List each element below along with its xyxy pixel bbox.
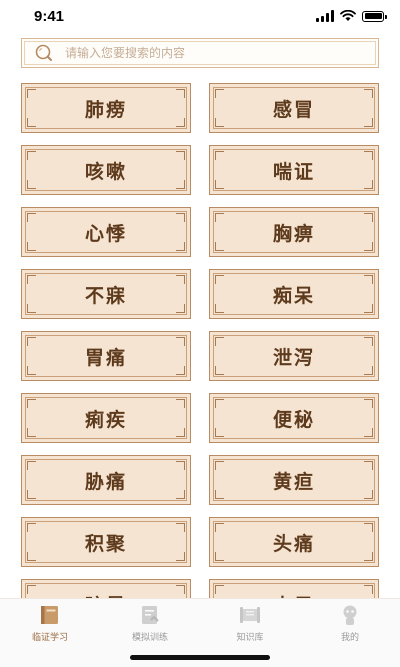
card-item[interactable]: 喘证	[209, 145, 379, 195]
search-icon	[35, 44, 52, 61]
card-label: 胃痛	[84, 346, 127, 369]
wifi-icon	[340, 10, 356, 21]
tab-study[interactable]: 临证学习	[10, 603, 90, 643]
card-label: 感冒	[272, 98, 315, 121]
status-bar: 9:41	[0, 0, 400, 34]
card-item[interactable]: 痢疾	[21, 393, 191, 443]
search-bar[interactable]	[21, 38, 379, 68]
tab-training[interactable]: 模拟训练	[110, 603, 190, 643]
card-item[interactable]: 胃痛	[21, 331, 191, 381]
card-label: 便秘	[272, 408, 315, 431]
card-label: 泄泻	[272, 346, 315, 369]
card-item[interactable]: 肺痨	[21, 83, 191, 133]
disease-grid: 肺痨 感冒 咳嗽 喘证 心悸 胸痹 不寐 痴呆 胃痛 泄泻 痢疾 便秘 胁痛 黄…	[21, 83, 379, 629]
card-item[interactable]: 咳嗽	[21, 145, 191, 195]
card-label: 积聚	[84, 532, 127, 555]
tab-label: 模拟训练	[131, 633, 168, 643]
status-icons	[316, 10, 387, 22]
card-label: 不寐	[84, 284, 127, 307]
card-label: 痴呆	[272, 284, 315, 307]
search-input[interactable]	[63, 45, 375, 61]
clipboard-icon	[142, 606, 159, 624]
card-label: 咳嗽	[84, 160, 127, 183]
card-label: 黄疸	[272, 470, 315, 493]
card-item[interactable]: 心悸	[21, 207, 191, 257]
card-item[interactable]: 痴呆	[209, 269, 379, 319]
home-indicator[interactable]	[130, 655, 270, 660]
card-item[interactable]: 胁痛	[21, 455, 191, 505]
battery-icon	[362, 10, 387, 22]
tab-label: 我的	[340, 633, 359, 643]
status-time: 9:41	[34, 8, 65, 25]
book-icon	[41, 606, 58, 624]
tab-mine[interactable]: 我的	[310, 603, 390, 643]
card-item[interactable]: 头痛	[209, 517, 379, 567]
card-label: 肺痨	[84, 98, 127, 121]
card-item[interactable]: 感冒	[209, 83, 379, 133]
tab-knowledge[interactable]: 知识库	[210, 603, 290, 643]
signal-icon	[316, 10, 334, 22]
card-item[interactable]: 便秘	[209, 393, 379, 443]
card-item[interactable]: 胸痹	[209, 207, 379, 257]
card-label: 头痛	[272, 532, 315, 555]
person-icon	[343, 605, 357, 625]
card-label: 胸痹	[272, 222, 315, 245]
card-label: 胁痛	[84, 470, 127, 493]
scroll-icon	[240, 607, 260, 623]
card-label: 痢疾	[84, 408, 127, 431]
card-label: 喘证	[272, 160, 315, 183]
card-item[interactable]: 黄疸	[209, 455, 379, 505]
card-item[interactable]: 积聚	[21, 517, 191, 567]
card-item[interactable]: 泄泻	[209, 331, 379, 381]
card-label: 心悸	[84, 222, 127, 245]
tab-bar: 临证学习 模拟训练 知识库 我的	[0, 598, 400, 667]
tab-label: 临证学习	[31, 633, 68, 643]
tab-label: 知识库	[236, 633, 264, 643]
card-item[interactable]: 不寐	[21, 269, 191, 319]
